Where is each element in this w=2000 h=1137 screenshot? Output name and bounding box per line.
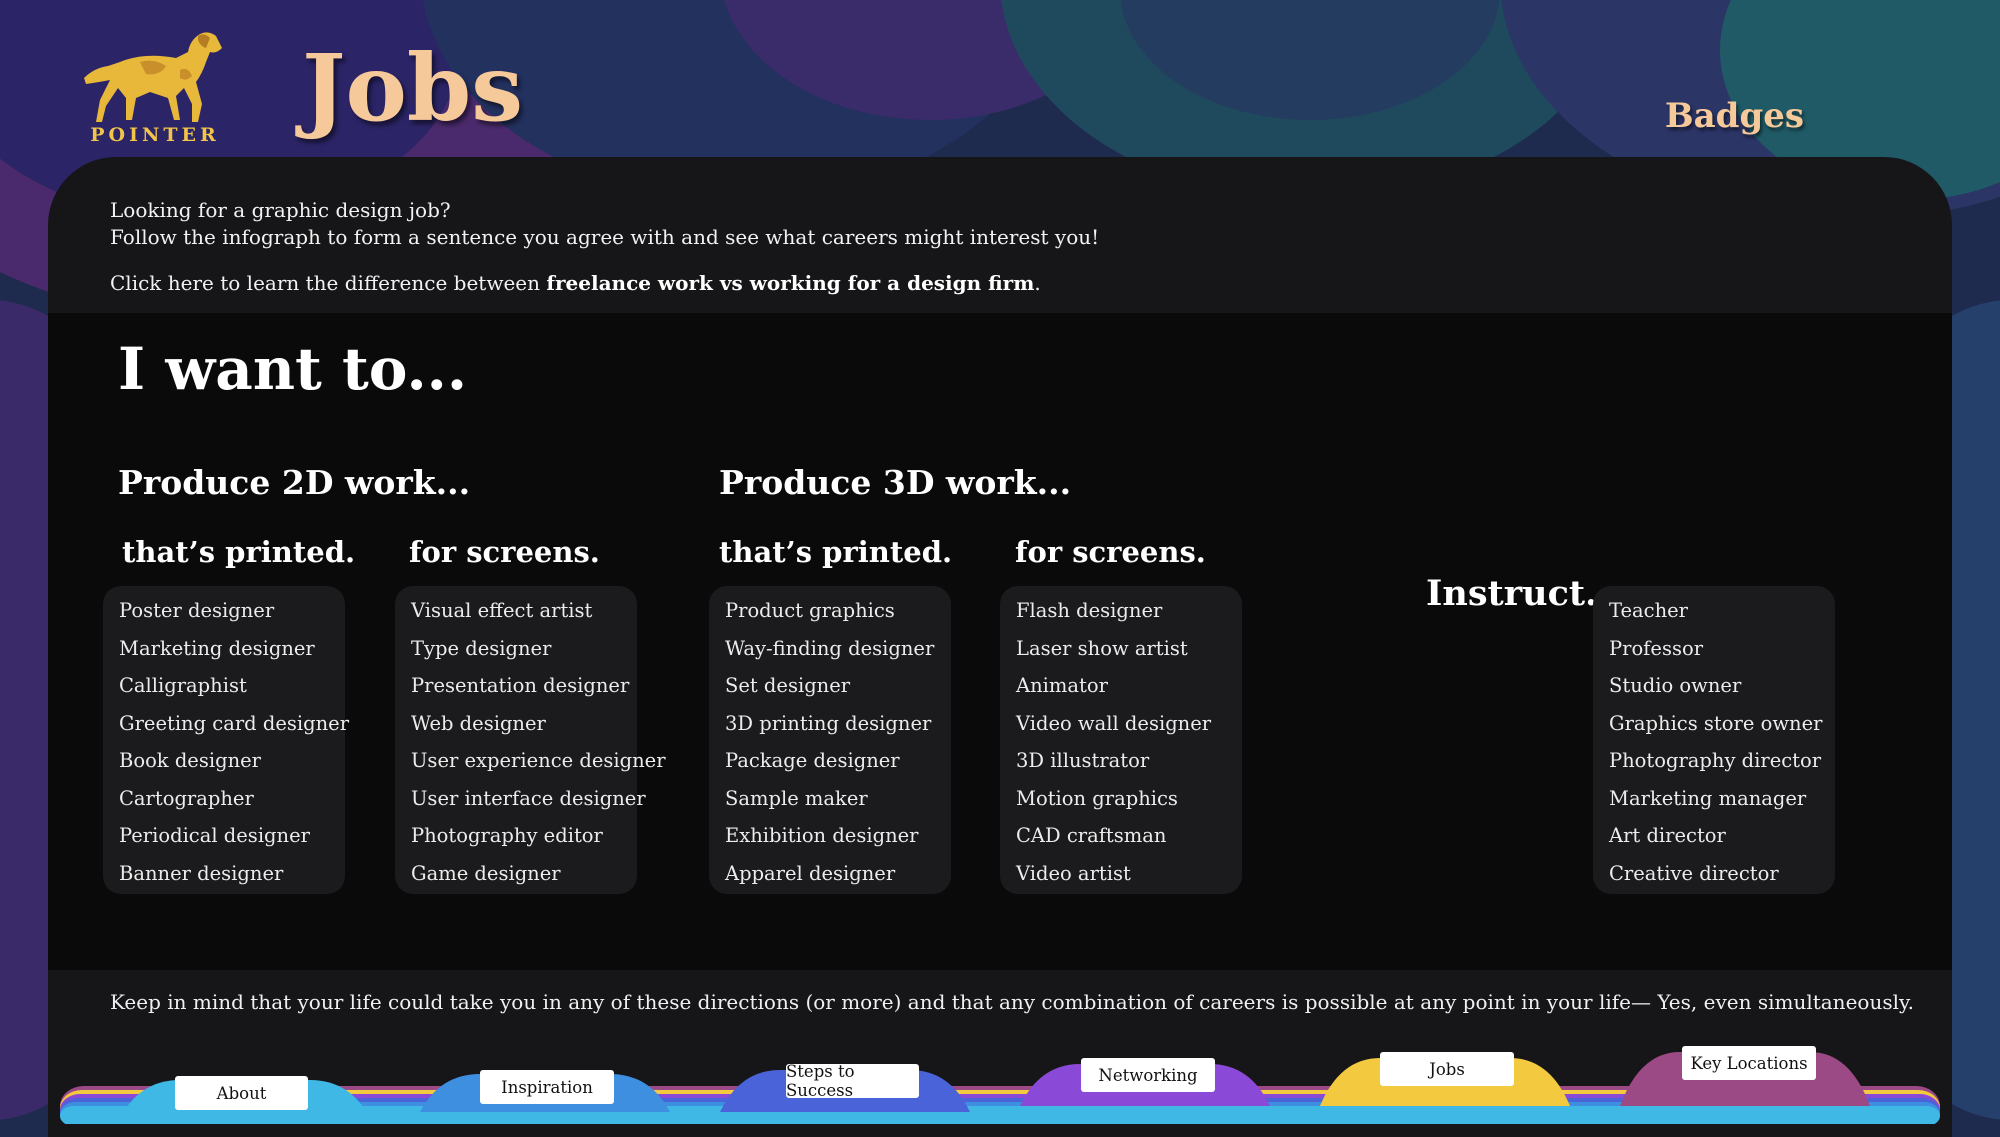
section-instruct: Instruct. <box>1426 573 1598 614</box>
list-item: Banner designer <box>119 861 284 885</box>
jobs-list-3d-printed: Product graphics Way-finding designer Se… <box>709 586 951 894</box>
career-infograph: I want to... Produce 2D work... Produce … <box>48 313 1952 970</box>
jobs-list-3d-screens: Flash designer Laser show artist Animato… <box>1000 586 1242 894</box>
tab-inspiration[interactable]: Inspiration <box>480 1070 614 1104</box>
tab-key-locations[interactable]: Key Locations <box>1682 1046 1816 1080</box>
section-produce-2d: Produce 2D work... <box>118 463 471 502</box>
list-item: Calligraphist <box>119 674 247 697</box>
list-item: User interface designer <box>411 786 646 810</box>
jobs-list-instruct: Teacher Professor Studio owner Graphics … <box>1593 586 1835 894</box>
list-item: Poster designer <box>119 599 275 622</box>
list-item: Art director <box>1609 824 1726 847</box>
list-item: Sample maker <box>725 786 868 810</box>
column-title-2d-screens: for screens. <box>409 535 600 569</box>
list-item: Web designer <box>411 711 546 735</box>
freelance-vs-firm-link[interactable]: freelance work vs working for a design f… <box>546 271 1034 295</box>
list-item: Photography director <box>1609 749 1822 772</box>
list-item: Flash designer <box>1016 599 1163 622</box>
list-item: Teacher <box>1609 599 1688 622</box>
list-item: Game designer <box>411 861 561 885</box>
list-item: Periodical designer <box>119 824 310 847</box>
section-produce-3d: Produce 3D work... <box>719 463 1072 502</box>
list-item: Marketing designer <box>119 636 315 660</box>
tab-steps-to-success[interactable]: Steps to Success <box>786 1062 919 1100</box>
intro-link-line[interactable]: Click here to learn the difference betwe… <box>110 270 1099 297</box>
brand-logo[interactable]: POINTER <box>80 26 230 154</box>
intro-line-2: Follow the infograph to form a sentence … <box>110 225 1100 249</box>
list-item: Animator <box>1016 674 1108 697</box>
bottom-tab-nav: About Inspiration Steps to Success Netwo… <box>0 1040 2000 1124</box>
list-item: Cartographer <box>119 786 254 810</box>
list-item: CAD craftsman <box>1016 824 1167 847</box>
badges-link[interactable]: Badges <box>1665 96 1804 136</box>
intro-link-suffix: . <box>1034 271 1041 295</box>
column-title-3d-screens: for screens. <box>1015 535 1206 569</box>
list-item: Type designer <box>411 636 552 660</box>
list-item: Way-finding designer <box>725 636 935 660</box>
list-item: Laser show artist <box>1016 636 1188 660</box>
closing-note: Keep in mind that your life could take y… <box>110 990 1914 1014</box>
list-item: Studio owner <box>1609 674 1742 697</box>
list-item: Photography editor <box>411 824 603 847</box>
jobs-list-2d-screens: Visual effect artist Type designer Prese… <box>395 586 666 894</box>
column-title-2d-printed: that’s printed. <box>122 535 356 569</box>
list-item: 3D printing designer <box>725 711 932 735</box>
list-item: 3D illustrator <box>1016 749 1150 772</box>
list-item: Greeting card designer <box>119 711 350 735</box>
infograph-headline: I want to... <box>118 335 468 403</box>
list-item: Professor <box>1609 636 1704 660</box>
tab-networking[interactable]: Networking <box>1081 1058 1215 1092</box>
list-item: Package designer <box>725 749 900 772</box>
tab-jobs[interactable]: Jobs <box>1380 1052 1514 1086</box>
pointer-dog-logo-icon <box>84 32 222 122</box>
list-item: Apparel designer <box>725 861 896 885</box>
column-title-3d-printed: that’s printed. <box>719 535 953 569</box>
brand-name: POINTER <box>90 124 220 146</box>
page-title: Jobs <box>302 34 524 142</box>
list-item: Marketing manager <box>1609 786 1807 810</box>
tab-about[interactable]: About <box>175 1076 308 1110</box>
jobs-list-2d-printed: Poster designer Marketing designer Calli… <box>103 586 350 894</box>
list-item: Book designer <box>119 749 261 772</box>
content-panel: Looking for a graphic design job? Follow… <box>48 157 1952 1137</box>
list-item: Creative director <box>1609 861 1779 885</box>
list-item: User experience designer <box>411 749 666 772</box>
list-item: Motion graphics <box>1016 786 1178 810</box>
intro-link-prefix: Click here to learn the difference betwe… <box>110 271 547 295</box>
list-item: Product graphics <box>725 599 895 622</box>
intro-text: Looking for a graphic design job? Follow… <box>110 197 1099 297</box>
list-item: Visual effect artist <box>411 599 593 622</box>
list-item: Set designer <box>725 674 851 697</box>
list-item: Exhibition designer <box>725 824 919 847</box>
list-item: Graphics store owner <box>1609 711 1823 735</box>
list-item: Video artist <box>1016 861 1131 885</box>
list-item: Presentation designer <box>411 674 630 697</box>
list-item: Video wall designer <box>1016 711 1212 735</box>
intro-line-1: Looking for a graphic design job? <box>110 198 451 222</box>
